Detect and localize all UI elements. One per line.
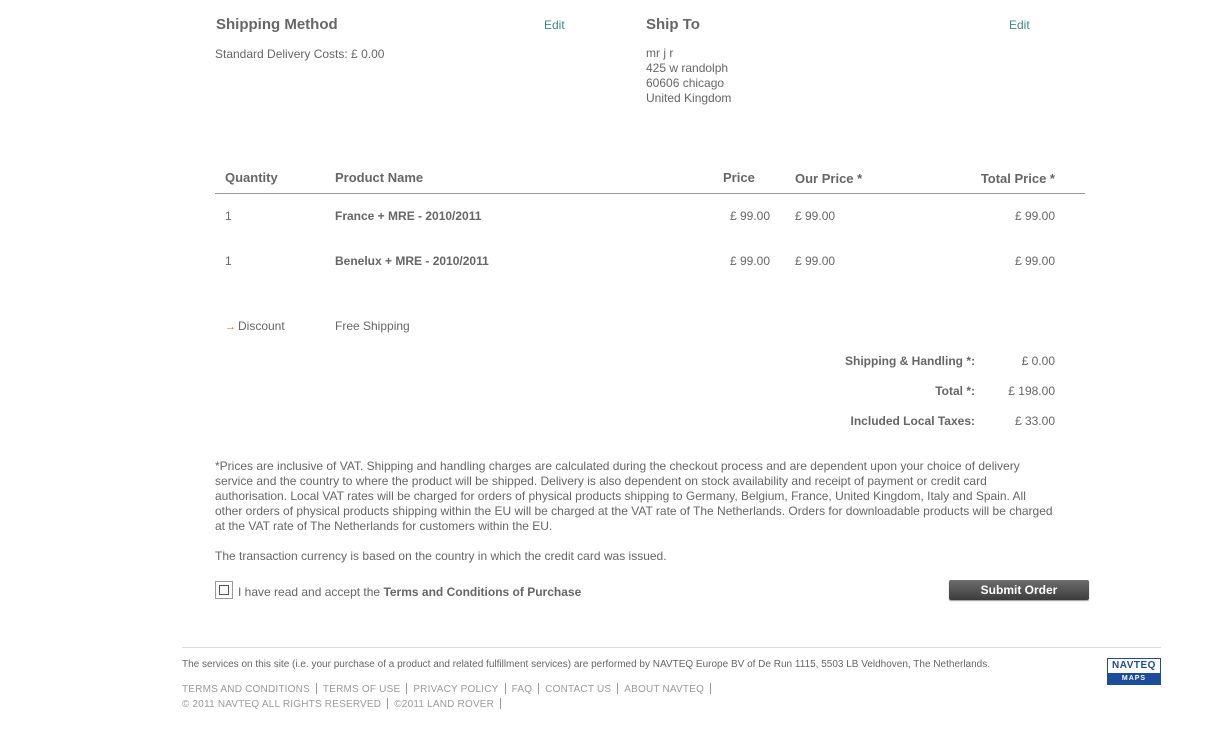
shipping-handling-label: Shipping & Handling *: [845,354,975,368]
row-quantity: 1 [225,254,232,268]
row-price: £ 99.00 [729,254,770,268]
shipping-handling-value: £ 0.00 [1021,354,1055,368]
local-taxes-value: £ 33.00 [1014,414,1055,428]
arrow-right-icon: → [225,321,236,333]
ship-to-address: mr j r 425 w randolph 60606 chicago Unit… [646,46,731,106]
footer-separator [315,683,317,695]
terms-checkbox[interactable] [215,581,233,599]
footer-separator [710,683,712,695]
terms-link[interactable]: Terms and Conditions of Purchase [383,585,581,599]
column-header-total-price: Total Price * [980,171,1055,186]
footer-link-about[interactable]: ABOUT NAVTEQ [624,684,704,695]
address-line: United Kingdom [646,91,732,105]
vat-note: *Prices are inclusive of VAT. Shipping a… [215,459,1053,533]
navteq-maps-logo[interactable]: NAVTEQ MAPS [1107,658,1161,685]
footer-link-privacy[interactable]: PRIVACY POLICY [413,684,498,695]
shipping-method-edit-link[interactable]: Edit [544,18,565,32]
footer-separator [538,683,540,695]
submit-order-button[interactable]: Submit Order [949,580,1089,600]
footer-services-text: The services on this site (i.e. your pur… [182,659,991,670]
footer-link-terms-of-use[interactable]: TERMS OF USE [323,684,400,695]
logo-top-text: NAVTEQ [1112,660,1156,671]
ship-to-heading: Ship To [646,16,700,33]
copyright-land-rover: ©2011 LAND ROVER [394,699,495,710]
footer-link-faq[interactable]: FAQ [512,684,533,695]
row-our-price: £ 99.00 [795,209,836,223]
discount-value: Free Shipping [335,319,410,333]
address-line: 425 w randolph [646,61,729,75]
terms-text: I have read and accept the Terms and Con… [238,585,581,599]
footer-separator [504,683,506,695]
currency-note: The transaction currency is based on the… [215,549,667,563]
terms-prefix: I have read and accept the [238,585,384,599]
address-line: 60606 chicago [646,76,725,90]
row-price: £ 99.00 [729,209,770,223]
copyright-navteq: © 2011 NAVTEQ ALL RIGHTS RESERVED [182,699,382,710]
address-line: mr j r [646,46,674,60]
shipping-method-heading: Shipping Method [216,16,338,33]
row-product-name: Benelux + MRE - 2010/2011 [335,254,489,268]
row-our-price: £ 99.00 [795,254,836,268]
total-label: Total *: [935,384,975,398]
local-taxes-label: Included Local Taxes: [850,414,975,428]
footer-link-terms[interactable]: TERMS AND CONDITIONS [182,684,310,695]
footer-rule [182,647,1161,648]
discount-label-wrap: → Discount [225,319,285,333]
column-header-product: Product Name [335,170,424,185]
column-header-price: Price [723,170,755,185]
footer-separator [406,683,408,695]
row-product-name: France + MRE - 2010/2011 [335,209,482,223]
shipping-method-line: Standard Delivery Costs: £ 0.00 [215,47,385,61]
column-header-quantity: Quantity [225,170,278,185]
row-total-price: £ 99.00 [1014,254,1055,268]
logo-bottom-text: MAPS [1108,673,1160,684]
column-header-our-price: Our Price * [795,171,863,186]
footer-separator [617,683,619,695]
table-header-rule [215,193,1085,194]
footer-separator [387,698,389,710]
footer-links: TERMS AND CONDITIONS TERMS OF USE PRIVACY … [182,681,717,695]
total-value: £ 198.00 [1008,384,1055,398]
footer-link-contact[interactable]: CONTACT US [545,684,611,695]
discount-label: Discount [238,319,285,333]
row-quantity: 1 [225,209,232,223]
footer-copyright: © 2011 NAVTEQ ALL RIGHTS RESERVED ©2011 L… [182,696,507,710]
row-total-price: £ 99.00 [1014,209,1055,223]
ship-to-edit-link[interactable]: Edit [1009,18,1030,32]
footer-separator [500,698,502,710]
